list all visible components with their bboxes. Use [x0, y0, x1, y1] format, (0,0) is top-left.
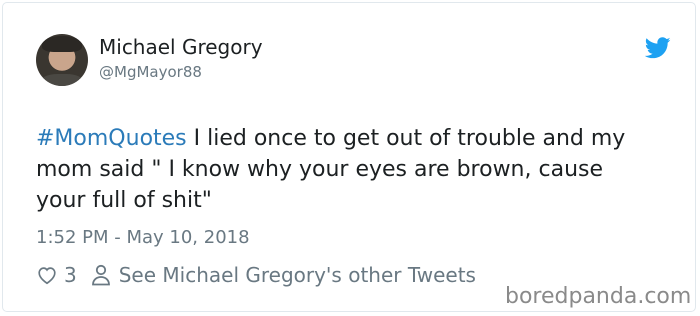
author-name[interactable]: Michael Gregory [99, 35, 263, 59]
avatar-hair [42, 36, 82, 52]
watermark: boredpanda.com [505, 284, 692, 309]
other-tweets-link[interactable]: See Michael Gregory's other Tweets [119, 263, 476, 287]
hashtag-link[interactable]: #MomQuotes [36, 126, 187, 151]
heart-icon[interactable] [36, 264, 58, 286]
twitter-bird-icon[interactable] [645, 37, 671, 59]
avatar[interactable] [36, 34, 88, 86]
person-icon [91, 264, 110, 286]
like-count[interactable]: 3 [64, 263, 77, 287]
avatar-shirt [40, 74, 84, 86]
tweet-timestamp[interactable]: 1:52 PM - May 10, 2018 [36, 227, 250, 248]
author-handle[interactable]: @MgMayor88 [99, 63, 202, 81]
tweet-card: Michael Gregory @MgMayor88 #MomQuotes I … [2, 2, 696, 312]
tweet-text: #MomQuotes I lied once to get out of tro… [36, 123, 656, 216]
tweet-actions: 3 See Michael Gregory's other Tweets [36, 263, 476, 287]
